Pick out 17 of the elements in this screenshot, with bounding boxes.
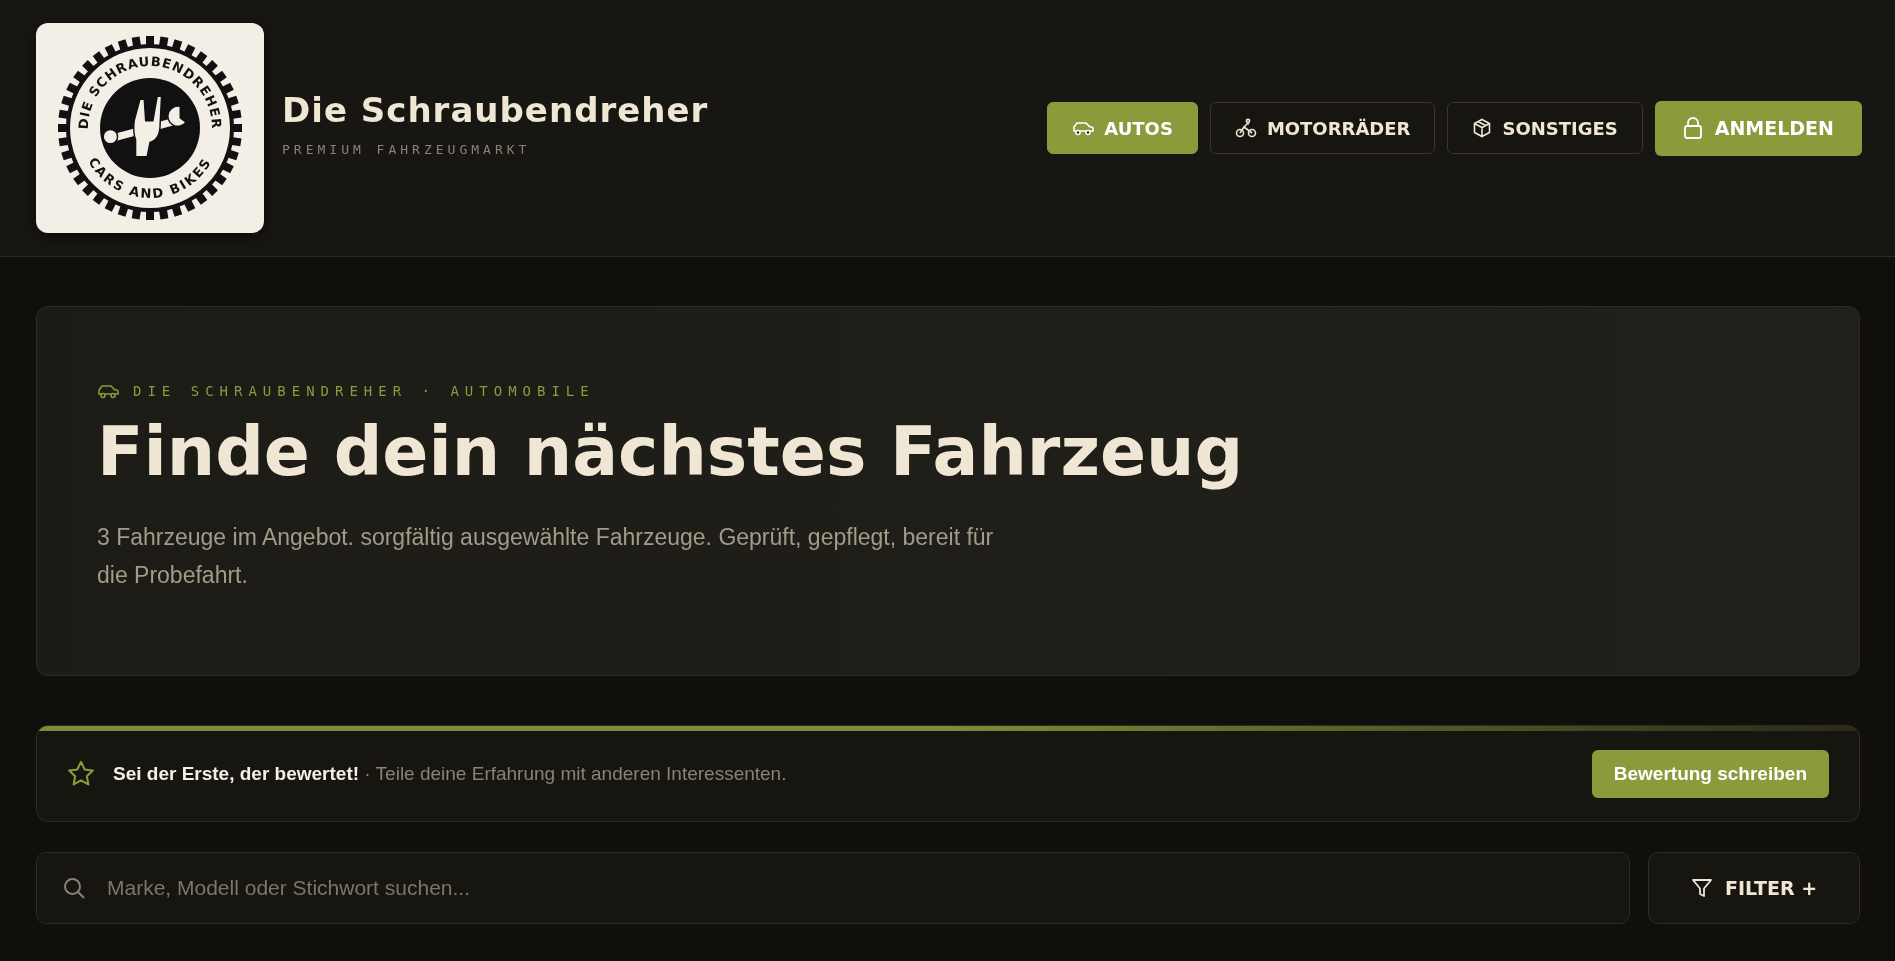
nav-tab[interactable]: SONSTIGES	[1447, 102, 1643, 154]
filter-button[interactable]: FILTER +	[1648, 852, 1860, 924]
hero-heading: Finde dein nächstes Fahrzeug	[97, 411, 1245, 493]
site-title: Die Schraubendreher	[282, 89, 709, 130]
review-prompt: Sei der Erste, der bewertet! · Teile deine Erfahrung mit anderen Interessenten.	[113, 762, 787, 785]
funnel-icon	[1690, 877, 1713, 899]
car-icon	[97, 383, 119, 399]
lock-icon	[1682, 117, 1703, 139]
box-icon	[1472, 118, 1493, 138]
car-icon	[1072, 120, 1095, 136]
nav-tab[interactable]: MOTORRÄDER	[1209, 102, 1436, 154]
hero-text: 3 Fahrzeuge im Angebot. sorgfältig ausgewählte Fahrzeuge. Geprüft, gepflegt, bereit für die Probefahrt.	[97, 523, 995, 590]
star-icon	[67, 760, 95, 787]
search-field[interactable]: Marke, Modell oder Stichwort suchen...	[36, 852, 1630, 924]
cyclist-icon	[1234, 118, 1257, 138]
hero-eyebrow: DIE SCHRAUBENDREHER · AUTOMOBILE	[133, 383, 595, 399]
site-subtitle: PREMIUM FAHRZEUGMARKT	[282, 141, 532, 157]
